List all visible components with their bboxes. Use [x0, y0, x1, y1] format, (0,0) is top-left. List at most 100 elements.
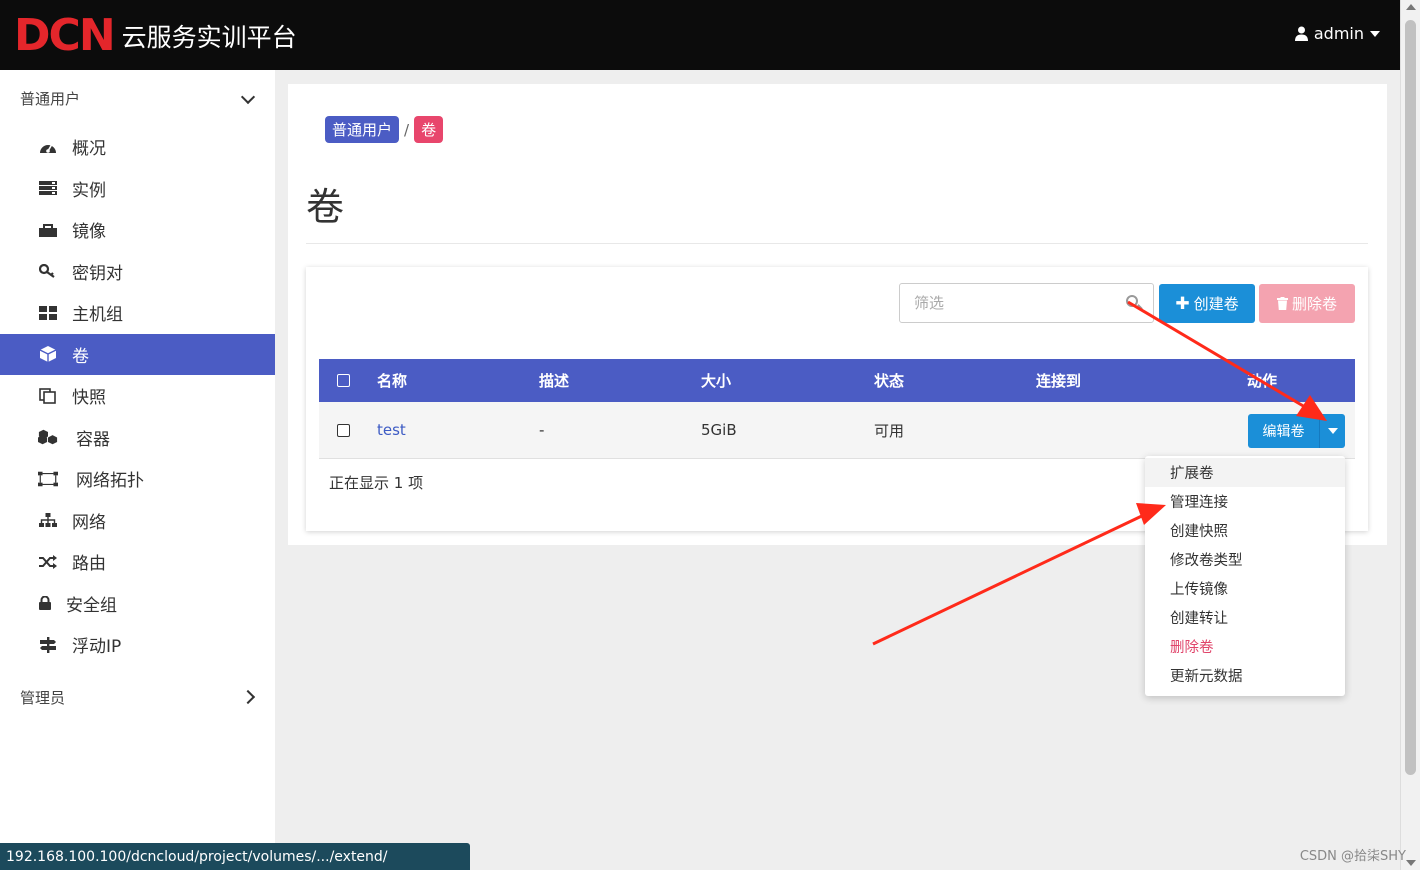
page-title: 卷	[306, 185, 345, 229]
sidebar-item-label: 路由	[72, 554, 106, 575]
dashboard-icon	[38, 139, 58, 155]
watermark: CSDN @拾柒SHY	[1299, 849, 1406, 864]
caret-down-icon	[1370, 30, 1380, 37]
sidebar-item-label: 密钥对	[72, 263, 123, 284]
signpost-icon	[38, 636, 58, 653]
delete-volumes-label: 删除卷	[1291, 295, 1337, 313]
sidebar-item-containers[interactable]: 容器	[0, 417, 275, 459]
breadcrumb-parent[interactable]: 普通用户	[325, 116, 400, 143]
chevron-right-icon	[240, 689, 256, 704]
breadcrumb-current: 卷	[414, 116, 444, 143]
create-volume-button[interactable]: ✚ 创建卷	[1159, 284, 1255, 323]
sidebar-item-label: 实例	[72, 180, 106, 201]
sidebar-item-instances[interactable]: 实例	[0, 168, 275, 210]
sidebar-item-networks[interactable]: 网络	[0, 500, 275, 542]
sidebar-item-hostgroups[interactable]: 主机组	[0, 292, 275, 334]
item-count: 正在显示 1 项	[329, 474, 424, 492]
column-header-attached-to[interactable]: 连接到	[1036, 359, 1081, 402]
browser-status-bar: 192.168.100.100/dcncloud/project/volumes…	[0, 843, 470, 870]
menu-item-extend-volume[interactable]: 扩展卷	[1145, 458, 1345, 487]
sidebar-item-label: 浮动IP	[72, 637, 122, 658]
image-icon	[38, 222, 58, 238]
sidebar-item-volumes[interactable]: 卷	[0, 333, 275, 375]
column-header-status[interactable]: 状态	[874, 359, 904, 402]
sidebar-group-label: 普通用户	[20, 89, 81, 108]
caret-down-icon	[1327, 428, 1338, 434]
filter-input[interactable]	[899, 283, 1154, 323]
edit-volume-button[interactable]: 编辑卷	[1248, 414, 1319, 448]
sidebar-item-label: 卷	[72, 346, 89, 367]
trash-icon	[1276, 297, 1288, 310]
actions-dropdown-toggle[interactable]	[1319, 414, 1345, 448]
search-icon[interactable]	[1126, 295, 1138, 307]
user-name: admin	[1313, 24, 1364, 43]
table-row: test - 5GiB 可用 编辑卷	[319, 402, 1355, 459]
scroll-up-arrow-icon[interactable]	[1406, 4, 1416, 10]
breadcrumb-separator: /	[404, 120, 410, 139]
page-scrollbar[interactable]	[1400, 0, 1420, 870]
menu-item-create-snapshot[interactable]: 创建快照	[1145, 516, 1345, 545]
top-navbar: DCN 云服务实训平台 admin	[0, 0, 1400, 70]
scrollbar-thumb[interactable]	[1405, 20, 1416, 775]
user-icon	[1294, 26, 1308, 41]
volume-name-link[interactable]: test	[377, 402, 406, 458]
column-header-name[interactable]: 名称	[377, 359, 407, 402]
table-header: 名称 描述 大小 状态 连接到 动作	[319, 359, 1355, 402]
cubes-icon	[38, 429, 58, 445]
sidebar-item-overview[interactable]: 概况	[0, 126, 275, 168]
user-menu[interactable]: admin	[1294, 24, 1380, 43]
sitemap-icon	[38, 512, 58, 528]
volume-status: 可用	[874, 421, 905, 440]
sidebar-item-label: 快照	[72, 388, 106, 409]
menu-item-delete-volume[interactable]: 删除卷	[1145, 632, 1345, 661]
create-volume-label: 创建卷	[1193, 295, 1239, 313]
edit-volume-split-button: 编辑卷	[1248, 414, 1345, 448]
sidebar-item-snapshots[interactable]: 快照	[0, 375, 275, 417]
menu-item-manage-attachments[interactable]: 管理连接	[1145, 487, 1345, 516]
cube-icon	[38, 346, 58, 363]
row-actions-dropdown: 扩展卷 管理连接 创建快照 修改卷类型 上传镜像 创建转让 删除卷 更新元数据	[1145, 456, 1345, 696]
sidebar-item-label: 网络	[72, 512, 106, 533]
column-header-size[interactable]: 大小	[701, 359, 731, 402]
topology-icon	[38, 471, 58, 487]
menu-item-change-volume-type[interactable]: 修改卷类型	[1145, 545, 1345, 574]
sidebar: 普通用户 概况 实例 镜像 密钥对 主机组 卷 快照 容器 网络拓扑 网络 路由…	[0, 70, 275, 870]
column-header-description[interactable]: 描述	[539, 359, 569, 402]
sidebar-item-label: 镜像	[72, 222, 106, 243]
sidebar-item-label: 主机组	[72, 305, 123, 326]
brand-logo[interactable]: DCN 云服务实训平台	[14, 12, 297, 60]
plus-icon: ✚	[1175, 293, 1190, 314]
breadcrumb: 普通用户 / 卷	[325, 116, 444, 143]
random-icon	[38, 554, 58, 570]
grid-icon	[38, 305, 58, 321]
sidebar-item-floating-ips[interactable]: 浮动IP	[0, 624, 275, 666]
logo-mark: DCN	[14, 10, 116, 61]
menu-item-create-transfer[interactable]: 创建转让	[1145, 603, 1345, 632]
volume-size: 5GiB	[701, 421, 737, 439]
lock-icon	[38, 595, 52, 611]
sidebar-item-images[interactable]: 镜像	[0, 209, 275, 251]
scroll-down-arrow-icon[interactable]	[1406, 860, 1416, 866]
sidebar-group-user[interactable]: 普通用户	[0, 70, 275, 126]
server-icon	[38, 180, 58, 196]
chevron-down-icon	[240, 89, 256, 105]
sidebar-item-label: 概况	[72, 139, 106, 160]
divider	[306, 243, 1368, 244]
sidebar-group-admin[interactable]: 管理员	[0, 670, 275, 726]
column-header-actions: 动作	[1247, 372, 1278, 390]
sidebar-item-security-groups[interactable]: 安全组	[0, 583, 275, 625]
sidebar-item-routers[interactable]: 路由	[0, 541, 275, 583]
sidebar-item-keypairs[interactable]: 密钥对	[0, 251, 275, 293]
logo-text: 云服务实训平台	[121, 23, 297, 52]
select-all-checkbox[interactable]	[337, 374, 350, 387]
sidebar-item-label: 容器	[76, 429, 110, 450]
row-checkbox[interactable]	[337, 423, 350, 437]
sidebar-item-network-topology[interactable]: 网络拓扑	[0, 458, 275, 500]
key-icon	[38, 263, 58, 279]
volume-description: -	[539, 421, 545, 439]
menu-item-update-metadata[interactable]: 更新元数据	[1145, 661, 1345, 690]
menu-item-upload-image[interactable]: 上传镜像	[1145, 574, 1345, 603]
sidebar-group-label: 管理员	[20, 689, 66, 707]
sidebar-item-label: 安全组	[66, 595, 117, 616]
delete-volumes-button[interactable]: 删除卷	[1259, 284, 1355, 323]
